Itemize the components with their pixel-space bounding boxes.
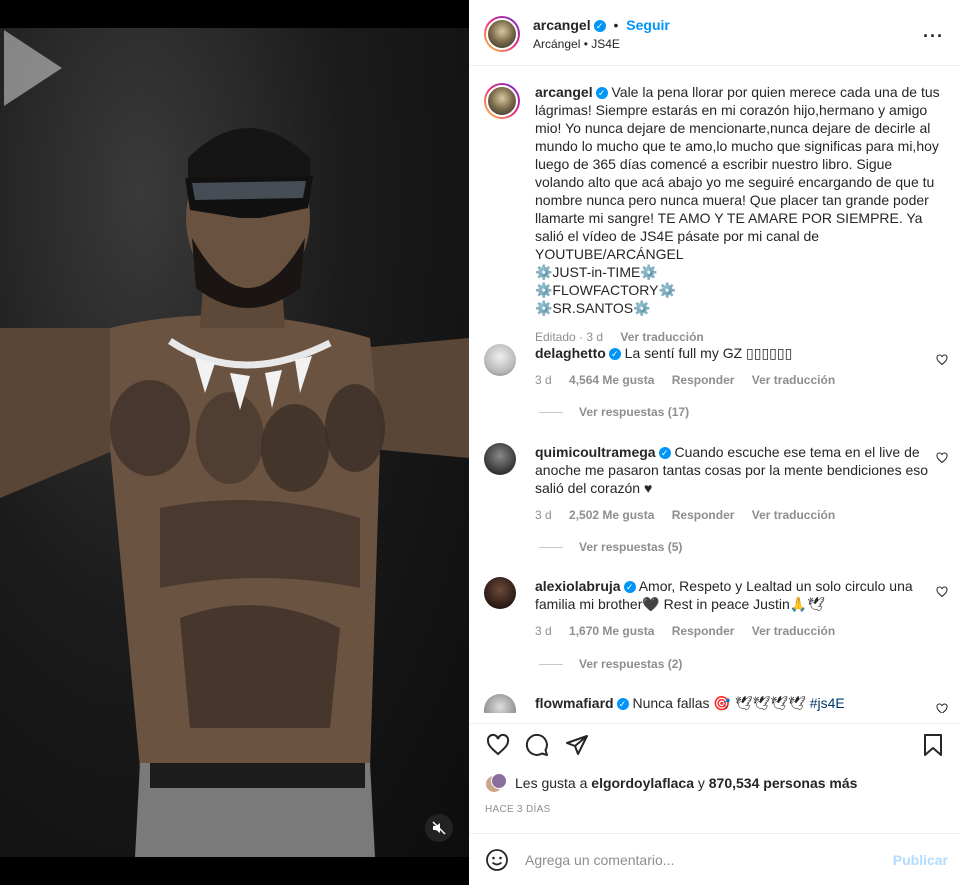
comment-bubble-icon[interactable] bbox=[525, 733, 549, 757]
author-username[interactable]: arcangel bbox=[533, 17, 591, 33]
verified-badge-icon: ✓ bbox=[658, 447, 671, 459]
author-line: arcangel ✓ • Seguir bbox=[533, 17, 670, 33]
play-icon[interactable] bbox=[0, 28, 64, 108]
caption-edited: Editado · 3 d bbox=[535, 330, 604, 344]
add-comment-bar: Publicar bbox=[469, 833, 960, 885]
comments-scroll-area[interactable]: arcangel ✓ Vale la pena llorar por quien … bbox=[469, 67, 960, 713]
comment-reply-button[interactable]: Responder bbox=[672, 624, 735, 638]
comment-like-heart-icon[interactable] bbox=[936, 586, 948, 598]
comment-username[interactable]: quimicoultramega bbox=[535, 444, 656, 460]
view-replies-button[interactable]: Ver respuestas (5) bbox=[539, 540, 682, 554]
comment-translate-link[interactable]: Ver traducción bbox=[752, 624, 835, 638]
likes-user[interactable]: elgordoylaflaca bbox=[591, 775, 694, 791]
comment-like-heart-icon[interactable] bbox=[936, 703, 948, 713]
post-caption: arcangel ✓ Vale la pena llorar por quien … bbox=[535, 83, 945, 346]
author-avatar[interactable] bbox=[484, 16, 520, 52]
comment-item: delaghetto ✓ La sentí full my GZ ▯▯▯▯▯▯ 3… bbox=[535, 344, 930, 389]
comment-meta: 3 d 4,564 Me gusta Responder Ver traducc… bbox=[535, 371, 930, 389]
comment-item: quimicoultramega ✓ Cuando escuche ese tem… bbox=[535, 443, 930, 524]
comment-item: alexiolabruja ✓ Amor, Respeto y Lealtad u… bbox=[535, 577, 930, 640]
comment-reply-button[interactable]: Responder bbox=[672, 373, 735, 387]
comment-likes[interactable]: 1,670 Me gusta bbox=[569, 624, 654, 638]
caption-line-sr-santos: ⚙️SR.SANTOS⚙️ bbox=[535, 300, 651, 316]
caption-author-avatar[interactable] bbox=[484, 83, 520, 119]
verified-badge-icon: ✓ bbox=[623, 581, 636, 593]
post-location-audio[interactable]: Arcángel • JS4E bbox=[533, 37, 620, 51]
comment-meta: 3 d 2,502 Me gusta Responder Ver traducc… bbox=[535, 506, 930, 524]
more-options-icon[interactable]: ··· bbox=[923, 26, 944, 47]
caption-username[interactable]: arcangel bbox=[535, 84, 593, 100]
comment-username[interactable]: delaghetto bbox=[535, 345, 606, 361]
comment-likes[interactable]: 4,564 Me gusta bbox=[569, 373, 654, 387]
like-heart-icon[interactable] bbox=[485, 733, 511, 757]
video-frame-illustration bbox=[0, 128, 469, 857]
caption-line-just-in-time: ⚙️JUST-in-TIME⚙️ bbox=[535, 264, 658, 280]
post-media[interactable] bbox=[0, 0, 469, 885]
comment-avatar[interactable] bbox=[484, 577, 516, 609]
comment-time: 3 d bbox=[535, 624, 552, 638]
caption-text: Vale la pena llorar por quien merece cad… bbox=[535, 84, 940, 262]
comment-text: Nunca fallas 🎯 🕊🕊🕊🕊 bbox=[632, 695, 806, 711]
comment-avatar[interactable] bbox=[484, 344, 516, 376]
comment-like-heart-icon[interactable] bbox=[936, 354, 948, 366]
verified-badge-icon: ✓ bbox=[616, 698, 629, 710]
comment-text: La sentí full my GZ ▯▯▯▯▯▯ bbox=[624, 345, 793, 361]
comment-likes[interactable]: 2,502 Me gusta bbox=[569, 508, 654, 522]
mute-button[interactable] bbox=[425, 814, 453, 842]
header-separator: • bbox=[613, 17, 619, 33]
comment-translate-link[interactable]: Ver traducción bbox=[752, 373, 835, 387]
likes-joiner: y bbox=[697, 775, 705, 791]
likes-prefix: Les gusta a bbox=[515, 775, 588, 791]
liker-avatars[interactable] bbox=[485, 773, 509, 793]
caption-line-flowfactory: ⚙️FLOWFACTORY⚙️ bbox=[535, 282, 676, 298]
caption-translate-link[interactable]: Ver traducción bbox=[620, 330, 703, 344]
comment-avatar[interactable] bbox=[484, 694, 516, 713]
comment-like-heart-icon[interactable] bbox=[936, 452, 948, 464]
verified-badge-icon: ✓ bbox=[593, 20, 606, 32]
muted-speaker-icon bbox=[432, 821, 446, 835]
likes-summary: Les gusta a elgordoylaflaca y 870,534 pe… bbox=[485, 773, 857, 793]
comment-time: 3 d bbox=[535, 508, 552, 522]
follow-button[interactable]: Seguir bbox=[626, 17, 670, 33]
post-details-panel: arcangel ✓ • Seguir Arcángel • JS4E ··· a… bbox=[469, 0, 960, 885]
comment-username[interactable]: flowmafiard bbox=[535, 695, 614, 711]
verified-badge-icon: ✓ bbox=[595, 87, 608, 99]
comment-avatar[interactable] bbox=[484, 443, 516, 475]
view-replies-button[interactable]: Ver respuestas (2) bbox=[539, 657, 682, 671]
comment-input[interactable] bbox=[525, 848, 885, 872]
comment-translate-link[interactable]: Ver traducción bbox=[752, 508, 835, 522]
comment-time: 3 d bbox=[535, 373, 552, 387]
comment-username[interactable]: alexiolabruja bbox=[535, 578, 621, 594]
likes-count[interactable]: 870,534 personas más bbox=[709, 775, 858, 791]
comment-meta: 3 d 1,670 Me gusta Responder Ver traducc… bbox=[535, 622, 930, 640]
comment-reply-button[interactable]: Responder bbox=[672, 508, 735, 522]
share-paper-plane-icon[interactable] bbox=[565, 733, 589, 757]
post-header: arcangel ✓ • Seguir Arcángel • JS4E ··· bbox=[469, 0, 960, 66]
comment-hashtag[interactable]: #js4E bbox=[810, 695, 845, 711]
emoji-smiley-icon[interactable] bbox=[485, 848, 509, 872]
post-video[interactable] bbox=[0, 28, 469, 857]
save-bookmark-icon[interactable] bbox=[922, 733, 944, 757]
view-replies-button[interactable]: Ver respuestas (17) bbox=[539, 405, 689, 419]
verified-badge-icon: ✓ bbox=[608, 348, 621, 360]
comment-item: flowmafiard ✓ Nunca fallas 🎯 🕊🕊🕊🕊 #js4E bbox=[535, 694, 930, 712]
post-time-ago[interactable]: HACE 3 DÍAS bbox=[485, 804, 551, 815]
publish-button[interactable]: Publicar bbox=[893, 852, 948, 868]
post-action-bar bbox=[469, 723, 960, 763]
